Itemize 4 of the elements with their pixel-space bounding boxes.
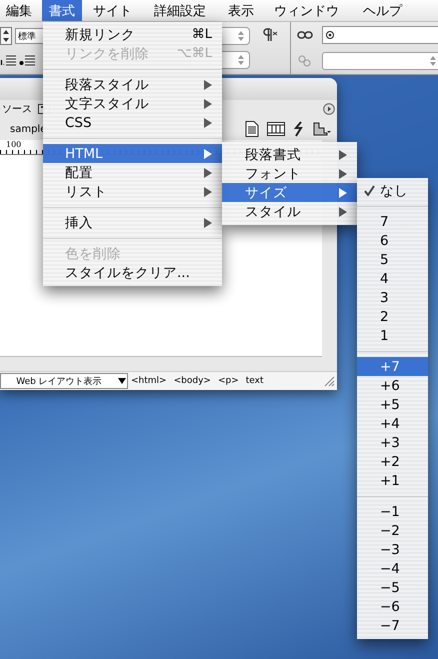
shortcut-label: ⌥⌘L xyxy=(176,46,212,61)
page-title-text: sample xyxy=(10,124,46,134)
shortcut-label: ⌘L xyxy=(192,27,212,42)
ruler-number: 100 xyxy=(6,140,22,149)
